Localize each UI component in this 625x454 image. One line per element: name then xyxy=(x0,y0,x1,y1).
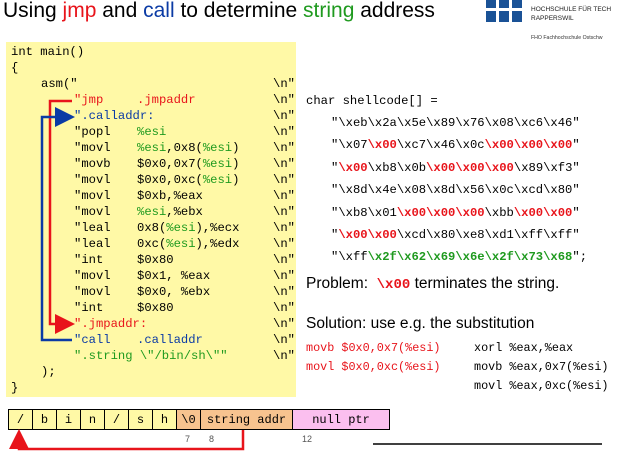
call-arrow xyxy=(40,107,75,342)
control-flow-arrows xyxy=(8,99,602,451)
string-addr-arrow xyxy=(8,429,245,451)
jmp-arrow xyxy=(48,99,75,334)
